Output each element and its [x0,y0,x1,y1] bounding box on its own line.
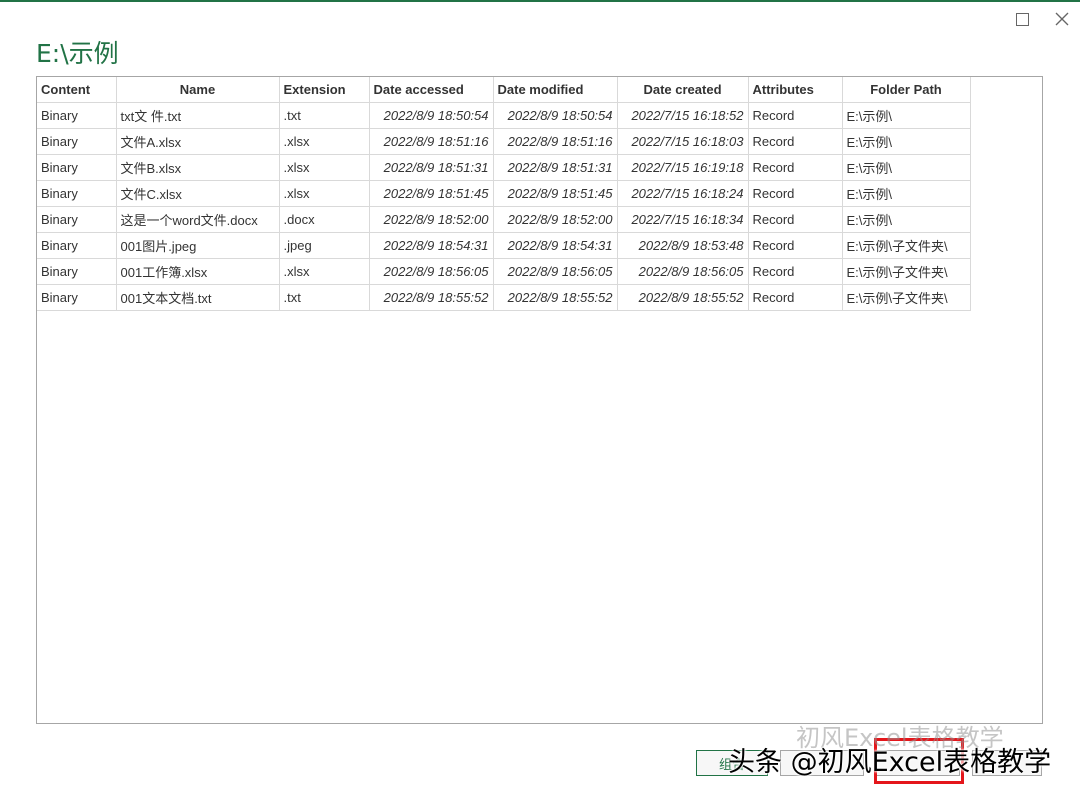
cell-extension: .xlsx [278,180,370,207]
cell-extension: .jpeg [278,232,370,259]
preview-table-frame[interactable]: Content Name Extension Date accessed Dat… [36,76,1043,724]
cell-date-accessed: 2022/8/9 18:51:31 [368,154,494,181]
table-row: Binary 文件A.xlsx .xlsx 2022/8/9 18:51:16 … [37,128,971,155]
cell-content[interactable]: Binary [37,284,117,311]
preview-table: Content Name Extension Date accessed Dat… [37,77,971,311]
table-row: Binary 001图片.jpeg .jpeg 2022/8/9 18:54:3… [37,232,971,259]
cell-folder-path: E:\示例\ [841,180,971,207]
cell-extension: .xlsx [278,154,370,181]
cell-date-modified: 2022/8/9 18:51:31 [492,154,618,181]
cell-date-created: 2022/7/15 16:18:03 [616,128,749,155]
cell-date-accessed: 2022/8/9 18:56:05 [368,258,494,285]
cell-attributes[interactable]: Record [747,154,843,181]
cell-date-modified: 2022/8/9 18:50:54 [492,102,618,129]
column-header-content[interactable]: Content [37,77,117,103]
cell-date-created: 2022/8/9 18:56:05 [616,258,749,285]
cell-extension: .xlsx [278,258,370,285]
close-icon [1055,12,1069,26]
cell-name: txt文 件.txt [115,102,280,129]
cell-date-accessed: 2022/8/9 18:52:00 [368,206,494,233]
cell-folder-path: E:\示例\子文件夹\ [841,232,971,259]
cell-folder-path: E:\示例\ [841,128,971,155]
column-header-date-accessed[interactable]: Date accessed [368,77,494,103]
cell-content[interactable]: Binary [37,206,117,233]
cell-date-modified: 2022/8/9 18:51:45 [492,180,618,207]
close-button[interactable] [1048,6,1076,32]
column-header-name[interactable]: Name [115,77,280,103]
cell-name: 这是一个word文件.docx [115,206,280,233]
cell-date-accessed: 2022/8/9 18:50:54 [368,102,494,129]
cell-content[interactable]: Binary [37,102,117,129]
cell-date-accessed: 2022/8/9 18:55:52 [368,284,494,311]
table-header-row: Content Name Extension Date accessed Dat… [37,77,971,103]
cell-extension: .docx [278,206,370,233]
cell-date-modified: 2022/8/9 18:51:16 [492,128,618,155]
cell-attributes[interactable]: Record [747,284,843,311]
cell-attributes[interactable]: Record [747,180,843,207]
cell-content[interactable]: Binary [37,128,117,155]
watermark: 头条 @初风Excel表格教学 [728,746,1052,778]
cell-folder-path: E:\示例\ [841,154,971,181]
column-header-date-modified[interactable]: Date modified [492,77,618,103]
column-header-attributes[interactable]: Attributes [747,77,843,103]
cell-date-created: 2022/7/15 16:19:18 [616,154,749,181]
cell-content[interactable]: Binary [37,180,117,207]
cell-folder-path: E:\示例\子文件夹\ [841,258,971,285]
cell-extension: .xlsx [278,128,370,155]
column-header-folder-path[interactable]: Folder Path [841,77,971,103]
cell-date-created: 2022/8/9 18:55:52 [616,284,749,311]
cell-name: 文件A.xlsx [115,128,280,155]
cell-date-created: 2022/8/9 18:53:48 [616,232,749,259]
cell-folder-path: E:\示例\子文件夹\ [841,284,971,311]
cell-date-modified: 2022/8/9 18:54:31 [492,232,618,259]
table-row: Binary 文件B.xlsx .xlsx 2022/8/9 18:51:31 … [37,154,971,181]
window-accent-bar [0,0,1080,2]
column-header-extension[interactable]: Extension [278,77,370,103]
maximize-icon [1015,12,1029,26]
cell-date-created: 2022/7/15 16:18:24 [616,180,749,207]
table-row: Binary txt文 件.txt .txt 2022/8/9 18:50:54… [37,102,971,129]
table-row: Binary 文件C.xlsx .xlsx 2022/8/9 18:51:45 … [37,180,971,207]
maximize-button[interactable] [1008,6,1036,32]
cell-date-created: 2022/7/15 16:18:52 [616,102,749,129]
cell-attributes[interactable]: Record [747,232,843,259]
cell-name: 001工作簿.xlsx [115,258,280,285]
cell-name: 文件C.xlsx [115,180,280,207]
cell-date-modified: 2022/8/9 18:56:05 [492,258,618,285]
cell-name: 001图片.jpeg [115,232,280,259]
cell-attributes[interactable]: Record [747,128,843,155]
cell-name: 文件B.xlsx [115,154,280,181]
cell-content[interactable]: Binary [37,258,117,285]
cell-name: 001文本文档.txt [115,284,280,311]
table-row: Binary 001工作簿.xlsx .xlsx 2022/8/9 18:56:… [37,258,971,285]
cell-extension: .txt [278,102,370,129]
cell-extension: .txt [278,284,370,311]
cell-folder-path: E:\示例\ [841,102,971,129]
table-row: Binary 这是一个word文件.docx .docx 2022/8/9 18… [37,206,971,233]
cell-attributes[interactable]: Record [747,206,843,233]
cell-date-modified: 2022/8/9 18:52:00 [492,206,618,233]
cell-date-accessed: 2022/8/9 18:51:16 [368,128,494,155]
column-header-date-created[interactable]: Date created [616,77,749,103]
cell-folder-path: E:\示例\ [841,206,971,233]
cell-date-modified: 2022/8/9 18:55:52 [492,284,618,311]
dialog-title: E:\示例 [36,39,119,68]
table-row: Binary 001文本文档.txt .txt 2022/8/9 18:55:5… [37,284,971,311]
cell-date-accessed: 2022/8/9 18:51:45 [368,180,494,207]
cell-content[interactable]: Binary [37,154,117,181]
cell-attributes[interactable]: Record [747,102,843,129]
cell-date-created: 2022/7/15 16:18:34 [616,206,749,233]
cell-content[interactable]: Binary [37,232,117,259]
cell-date-accessed: 2022/8/9 18:54:31 [368,232,494,259]
cell-attributes[interactable]: Record [747,258,843,285]
